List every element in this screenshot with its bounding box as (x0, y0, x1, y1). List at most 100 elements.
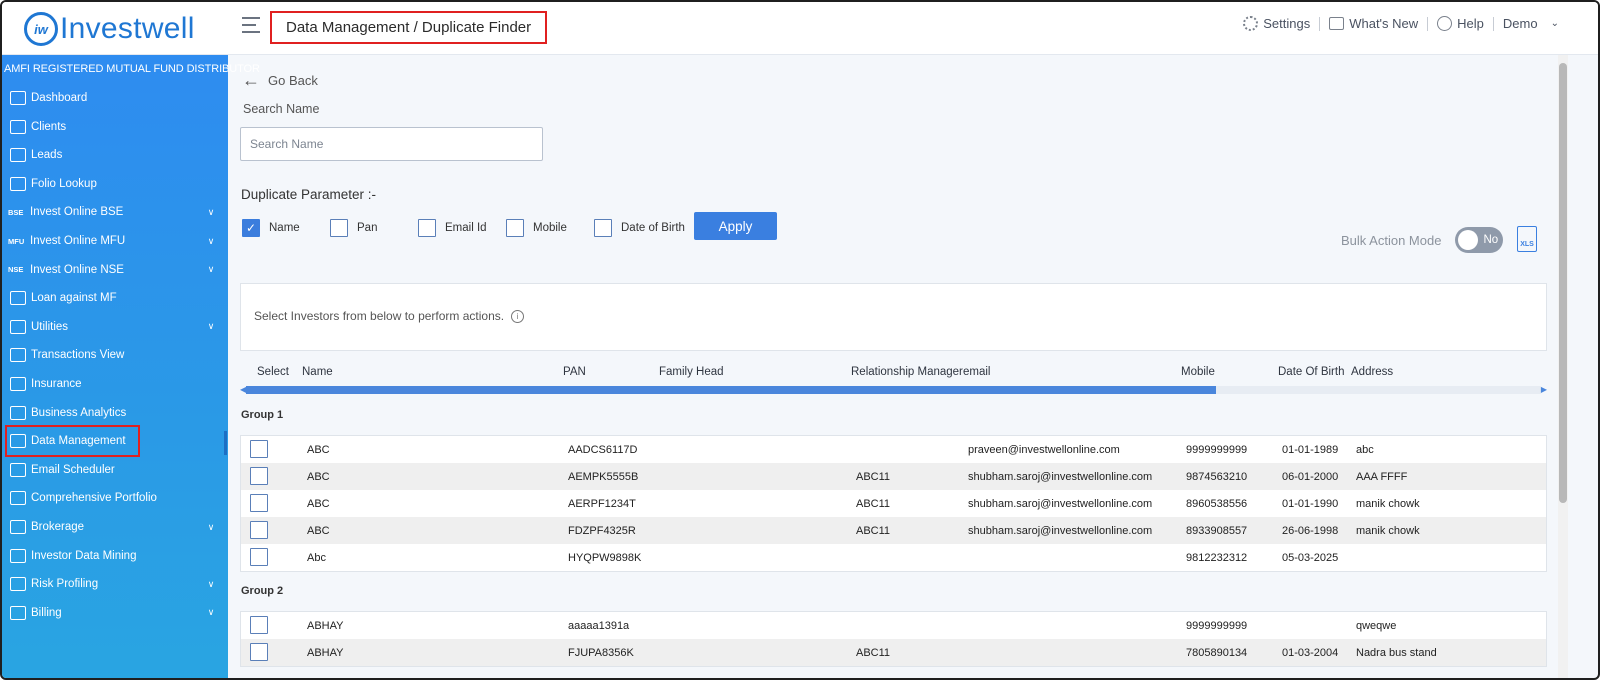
active-item-highlight (5, 425, 140, 457)
rupee-icon (10, 548, 26, 563)
bulk-action-label: Bulk Action Mode (1341, 232, 1442, 248)
checkbox[interactable] (330, 218, 348, 237)
analytics-icon (10, 405, 26, 420)
sidebar-item-investor-data-mining[interactable]: Investor Data Mining (2, 542, 228, 570)
param-dob[interactable]: Date of Birth (594, 218, 685, 237)
cell-dob: 26-06-1998 (1282, 525, 1339, 537)
cell-email: shubham.saroj@investwellonline.com (968, 525, 1153, 537)
actions-panel: Select Investors from below to perform a… (240, 283, 1547, 351)
sidebar-item-invest-online-nse[interactable]: NSE Invest Online NSE ∨ (2, 256, 228, 284)
help-label: Help (1457, 16, 1484, 31)
cell-rm: ABC11 (856, 498, 891, 510)
user-name: Demo (1502, 16, 1538, 31)
cell-email: praveen@investwellonline.com (968, 444, 1120, 456)
go-back-button[interactable]: ← Go Back (242, 71, 318, 89)
help-link[interactable]: Help (1428, 16, 1493, 31)
column-header: email (963, 366, 991, 378)
param-pan[interactable]: Pan (330, 218, 418, 237)
param-label: Mobile (533, 221, 567, 234)
info-icon[interactable]: i (511, 309, 525, 323)
sidebar-item-label: Invest Online MFU (30, 235, 126, 247)
row-select-checkbox[interactable] (250, 494, 268, 512)
go-back-label: Go Back (268, 72, 318, 88)
sidebar-item-label: Email Scheduler (31, 463, 115, 476)
param-name[interactable]: ✓ Name (242, 218, 330, 237)
sidebar-item-email-scheduler[interactable]: Email Scheduler (2, 456, 228, 484)
cell-rm: ABC11 (856, 525, 891, 537)
group-label: Group 1 (241, 409, 284, 421)
table-row: Abc HYQPW9898K 9812232312 05-03-2025 (241, 544, 1546, 571)
checkbox-checked[interactable]: ✓ (242, 218, 260, 237)
chevron-down-icon: ∨ (207, 206, 215, 217)
sidebar-item-label: Brokerage (31, 521, 85, 533)
settings-link[interactable]: Settings (1234, 16, 1319, 31)
scroll-thumb[interactable] (1559, 63, 1567, 503)
sidebar-item-brokerage[interactable]: Brokerage ∨ (2, 513, 228, 541)
email-icon (10, 462, 26, 477)
folio-icon (10, 176, 26, 191)
chevron-down-icon: ⌄ (1550, 18, 1559, 29)
top-right-menu: Settings What's New Help Demo ⌄ (1234, 16, 1568, 31)
sidebar-item-billing[interactable]: Billing ∨ (2, 599, 228, 627)
sidebar-item-label: Comprehensive Portfolio (31, 492, 157, 505)
users-icon (10, 119, 26, 134)
sidebar-item-loan-against-mf[interactable]: Loan against MF (2, 284, 228, 312)
sidebar-item-transactions-view[interactable]: Transactions View (2, 341, 228, 369)
cell-mobile: 7805890134 (1186, 647, 1248, 659)
cell-dob: 01-03-2004 (1282, 647, 1339, 659)
xls-export-icon[interactable]: XLS (1517, 226, 1537, 252)
param-email[interactable]: Email Id (418, 218, 506, 237)
sidebar-item-leads[interactable]: Leads (2, 141, 228, 169)
column-header: Select (257, 366, 289, 378)
checkbox[interactable] (506, 218, 524, 237)
sidebar-item-invest-online-mfu[interactable]: MFU Invest Online MFU ∨ (2, 227, 228, 255)
group-rows: ABC AADCS6117D praveen@investwellonline.co… (240, 435, 1547, 572)
cell-address: abc (1356, 444, 1374, 456)
sidebar-item-invest-online-bse[interactable]: BSE Invest Online BSE ∨ (2, 198, 228, 226)
param-mobile[interactable]: Mobile (506, 218, 594, 237)
whats-new-link[interactable]: What's New (1320, 16, 1427, 31)
scroll-right-icon[interactable]: ▶ (1541, 385, 1547, 394)
row-select-checkbox[interactable] (250, 521, 268, 539)
brokerage-icon (10, 520, 26, 534)
cell-email: shubham.saroj@investwellonline.com (968, 498, 1153, 510)
row-select-checkbox[interactable] (250, 548, 268, 566)
sidebar-item-risk-profiling[interactable]: Risk Profiling ∨ (2, 570, 228, 598)
cell-address: manik chowk (1356, 525, 1420, 537)
row-select-checkbox[interactable] (250, 440, 268, 458)
row-select-checkbox[interactable] (250, 467, 268, 485)
bulk-action-toggle[interactable]: No (1455, 227, 1504, 253)
row-select-checkbox[interactable] (250, 643, 268, 661)
scroll-thumb[interactable] (246, 386, 1216, 394)
sidebar-item-business-analytics[interactable]: Business Analytics (2, 399, 228, 427)
column-header: PAN (563, 366, 586, 378)
portfolio-icon (10, 491, 26, 506)
breadcrumb: Data Management / Duplicate Finder (270, 11, 548, 44)
sidebar-item-insurance[interactable]: Insurance (2, 370, 228, 398)
vertical-scrollbar[interactable] (1558, 55, 1568, 678)
user-menu[interactable]: Demo ⌄ (1494, 16, 1568, 31)
row-select-checkbox[interactable] (250, 616, 268, 634)
sidebar-scrollbar[interactable] (224, 431, 227, 455)
menu-toggle-icon[interactable] (242, 17, 264, 39)
cell-name: ABHAY (307, 647, 344, 659)
sidebar-item-dashboard[interactable]: Dashboard (2, 84, 228, 112)
select-hint-text: Select Investors from below to perform a… (254, 309, 505, 323)
param-label: Date of Birth (621, 221, 685, 234)
column-header: Date Of Birth (1278, 366, 1345, 378)
apply-button[interactable]: Apply (694, 212, 777, 240)
sidebar-item-clients[interactable]: Clients (2, 113, 228, 141)
checkbox[interactable] (418, 218, 436, 237)
utilities-icon (10, 319, 26, 334)
horizontal-scrollbar[interactable]: ◀ ▶ (240, 385, 1547, 395)
column-header: Family Head (659, 366, 724, 378)
chevron-down-icon: ∨ (207, 264, 215, 275)
checkbox[interactable] (594, 218, 612, 237)
logo[interactable]: iw Investwell (24, 12, 195, 46)
search-input[interactable] (240, 127, 543, 161)
sidebar-item-comprehensive-portfolio[interactable]: Comprehensive Portfolio (2, 484, 228, 512)
sidebar-item-utilities[interactable]: Utilities ∨ (2, 313, 228, 341)
column-header: Mobile (1181, 366, 1215, 378)
sidebar-item-folio-lookup[interactable]: Folio Lookup (2, 170, 228, 198)
sidebar-item-label: Risk Profiling (31, 578, 99, 591)
